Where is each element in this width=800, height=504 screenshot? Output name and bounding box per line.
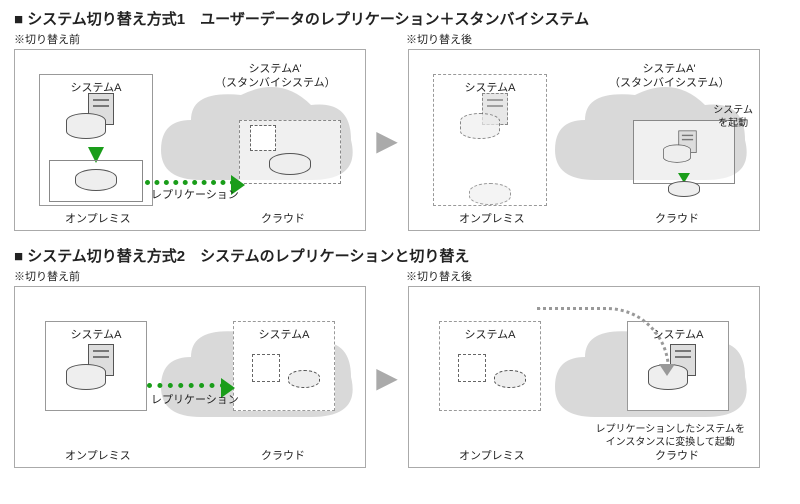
disk-icon bbox=[469, 183, 511, 205]
method2-before-note: ※切り替え前 bbox=[14, 268, 364, 284]
server-icon-dashed bbox=[460, 93, 520, 143]
method1-before-note: ※切り替え前 bbox=[14, 31, 364, 47]
onprem-label: オンプレミス bbox=[459, 210, 525, 226]
disk-box bbox=[49, 160, 143, 202]
method2-before-panel: システムA システムA レプリケーション オンプレミス クラウド bbox=[14, 286, 366, 468]
replication-label: レプリケーション bbox=[151, 186, 239, 202]
method2-title: ■ システム切り替え方式2 システムのレプリケーションと切り替え bbox=[14, 245, 786, 266]
onprem-system-card-dashed: システムA bbox=[439, 321, 541, 411]
disk-icon bbox=[494, 370, 526, 388]
replication-label: レプリケーション bbox=[151, 391, 239, 407]
cloud-label: クラウド bbox=[261, 210, 305, 226]
transition-arrow-icon: ▶ bbox=[372, 361, 402, 394]
transition-arrow-icon: ▶ bbox=[372, 124, 402, 157]
systemA-label: システムA bbox=[440, 326, 540, 342]
method1-after-panel: システムA システムA' （スタンバイシステム） システム を起動 オンプレミス… bbox=[408, 49, 760, 231]
onprem-label: オンプレミス bbox=[65, 447, 131, 463]
disk-icon bbox=[288, 370, 320, 388]
cloud-system-card-dashed: システムA bbox=[233, 321, 335, 411]
onprem-label: オンプレミス bbox=[459, 447, 525, 463]
disk-icon bbox=[75, 169, 117, 191]
systemAprime-label: システムA' （スタンバイシステム） bbox=[215, 62, 335, 91]
server-icon bbox=[663, 131, 705, 166]
server-icon bbox=[66, 344, 126, 394]
method2-section: ■ システム切り替え方式2 システムのレプリケーションと切り替え ※切り替え前 … bbox=[14, 245, 786, 468]
disk-icon bbox=[269, 153, 311, 175]
cube-icon bbox=[252, 354, 280, 382]
systemA-label: システムA bbox=[234, 326, 334, 342]
cloud-label: クラウド bbox=[655, 447, 699, 463]
onprem-label: オンプレミス bbox=[65, 210, 131, 226]
convert-label: レプリケーションしたシステムを インスタンスに変換して起動 bbox=[596, 423, 746, 449]
onprem-system-card: システムA bbox=[45, 321, 147, 411]
replication-arrow-icon bbox=[145, 180, 235, 185]
server-icon bbox=[66, 93, 126, 143]
method1-after-note: ※切り替え後 bbox=[406, 31, 756, 47]
method1-before-panel: システムA システムA' （スタンバイシステム） レプリケーション オンプレミス… bbox=[14, 49, 366, 231]
systemAprime-label: システムA' （スタンバイシステム） bbox=[609, 62, 729, 91]
start-system-label: システム を起動 bbox=[713, 104, 753, 130]
method1-title: ■ システム切り替え方式1 ユーザーデータのレプリケーション＋スタンバイシステム bbox=[14, 8, 786, 29]
cube-icon bbox=[458, 354, 486, 382]
systemA-label: システムA bbox=[46, 326, 146, 342]
cloud-standby-box bbox=[239, 120, 341, 184]
method1-section: ■ システム切り替え方式1 ユーザーデータのレプリケーション＋スタンバイシステム… bbox=[14, 8, 786, 231]
disk-icon bbox=[668, 181, 700, 197]
method2-after-panel: システムA システムA レプリケーションしたシステムを インスタンスに変換して起… bbox=[408, 286, 760, 468]
cloud-label: クラウド bbox=[655, 210, 699, 226]
cloud-label: クラウド bbox=[261, 447, 305, 463]
cube-icon bbox=[250, 125, 276, 151]
method2-after-note: ※切り替え後 bbox=[406, 268, 756, 284]
replication-arrow-icon bbox=[147, 383, 225, 388]
onprem-box-dashed: システムA bbox=[433, 74, 547, 206]
